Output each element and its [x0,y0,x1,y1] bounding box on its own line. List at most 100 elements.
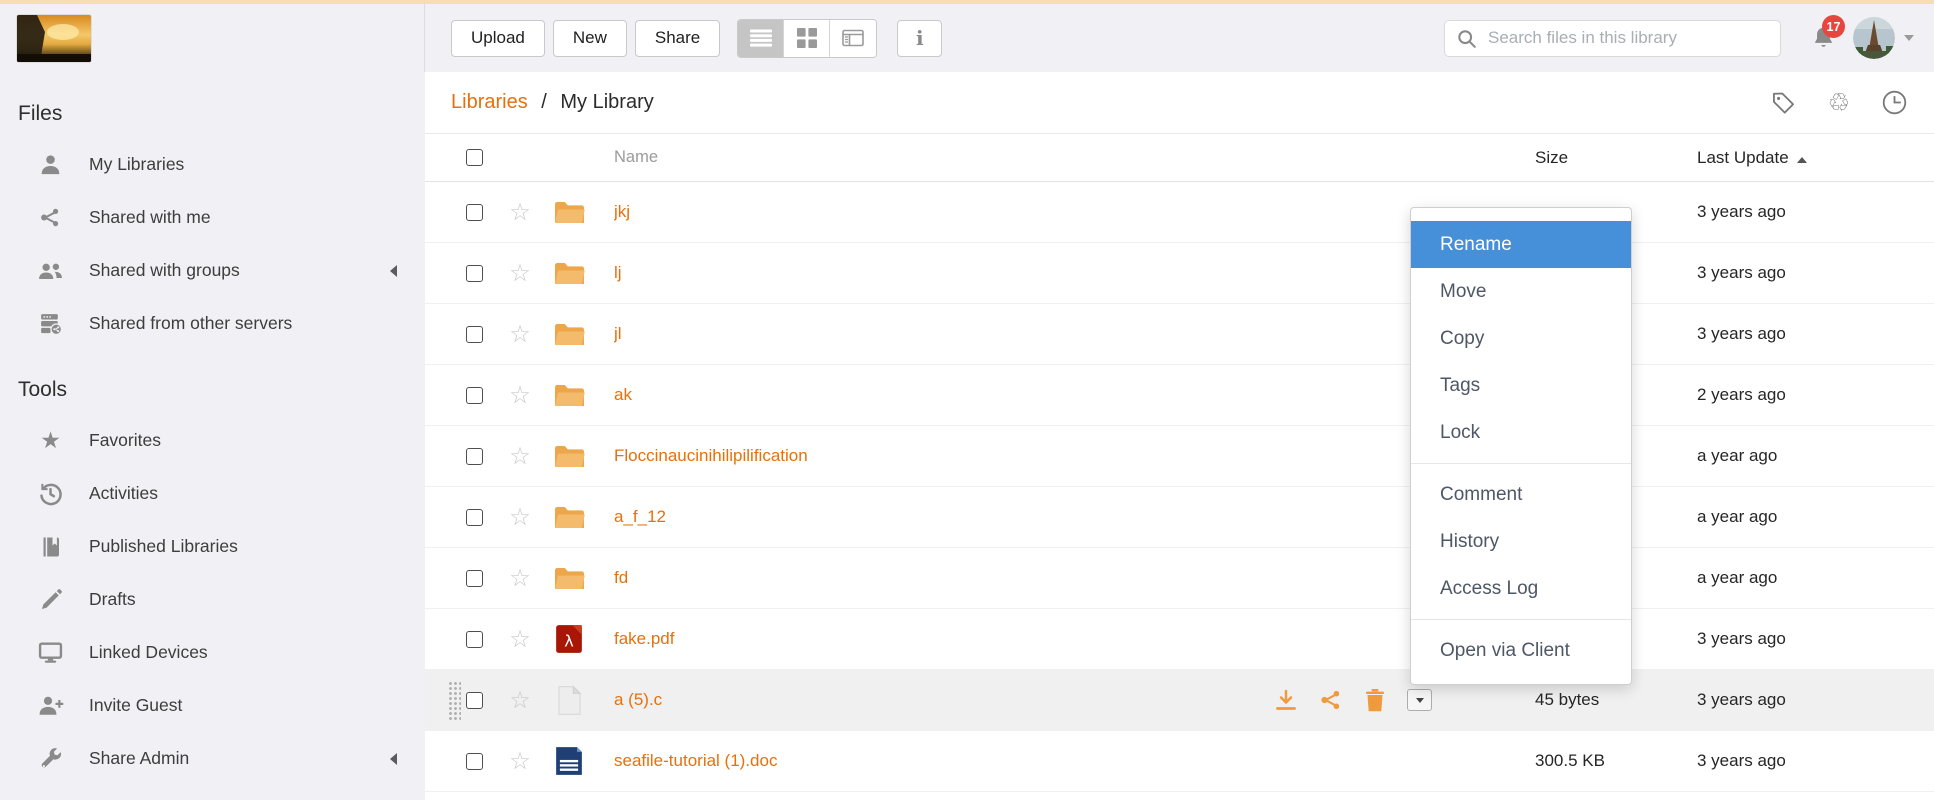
delete-icon[interactable] [1364,688,1386,712]
last-update-column-header[interactable]: Last Update [1697,148,1934,168]
favorite-star-icon[interactable]: ☆ [490,259,550,288]
folder-link[interactable]: jl [614,324,622,344]
favorite-star-icon[interactable]: ☆ [490,198,550,227]
chevron-left-icon[interactable] [384,265,397,277]
table-row[interactable]: ☆jl3 years ago [425,304,1934,365]
share-button[interactable]: Share [635,20,720,57]
menu-item-open-via-client[interactable]: Open via Client [1411,627,1631,674]
grid-view-icon[interactable] [784,20,830,57]
chevron-left-icon[interactable] [384,753,397,765]
path-tools: ♲ [1770,89,1908,116]
sidebar-item-favorites[interactable]: ★Favorites [0,414,425,467]
row-checkbox[interactable] [466,631,483,648]
folder-link[interactable]: ak [614,385,632,405]
search-box [1444,20,1781,57]
row-checkbox[interactable] [466,204,483,221]
menu-item-lock[interactable]: Lock [1411,409,1631,456]
book-icon [37,535,64,559]
row-checkbox[interactable] [466,753,483,770]
favorite-star-icon[interactable]: ☆ [490,625,550,654]
table-row[interactable]: ☆fda year ago [425,548,1934,609]
folder-link[interactable]: lj [614,263,622,283]
info-icon[interactable]: i [897,20,942,57]
sidebar-item-published-libraries[interactable]: Published Libraries [0,520,425,573]
favorite-star-icon[interactable]: ☆ [490,686,550,715]
more-dropdown-icon[interactable] [1407,689,1432,711]
favorite-star-icon[interactable]: ☆ [490,747,550,776]
name-column-header[interactable]: Name [614,148,1272,167]
sidebar-item-label: Linked Devices [89,642,208,663]
detail-view-icon[interactable] [830,20,876,57]
sidebar-item-drafts[interactable]: Drafts [0,573,425,626]
table-row[interactable]: ☆seafile-tutorial (1).doc300.5 KB3 years… [425,731,1934,792]
menu-item-access-log[interactable]: Access Log [1411,565,1631,612]
favorite-star-icon[interactable]: ☆ [490,503,550,532]
row-checkbox[interactable] [466,509,483,526]
menu-item-copy[interactable]: Copy [1411,315,1631,362]
sidebar-item-my-libraries[interactable]: My Libraries [0,138,425,191]
row-checkbox[interactable] [466,448,483,465]
sidebar-item-share-admin[interactable]: Share Admin [0,732,425,785]
sidebar-item-invite-guest[interactable]: Invite Guest [0,679,425,732]
favorite-star-icon[interactable]: ☆ [490,442,550,471]
table-row[interactable]: ☆a (5).c45 bytes3 years ago [425,670,1934,731]
favorite-star-icon[interactable]: ☆ [490,320,550,349]
row-checkbox[interactable] [466,265,483,282]
table-row[interactable]: ☆a_f_12a year ago [425,487,1934,548]
sidebar-item-shared-with-me[interactable]: Shared with me [0,191,425,244]
logo-zone [0,4,425,72]
sidebar-item-shared-from-other-servers[interactable]: Shared from other servers [0,297,425,350]
row-checkbox[interactable] [466,692,483,709]
folder-link[interactable]: jkj [614,202,630,222]
history-clock-icon[interactable] [1881,89,1908,116]
upload-button[interactable]: Upload [451,20,545,57]
list-view-icon[interactable] [738,20,784,57]
row-checkbox[interactable] [466,387,483,404]
tags-icon[interactable] [1770,89,1797,116]
table-row[interactable]: ☆lj3 years ago [425,243,1934,304]
menu-item-history[interactable]: History [1411,518,1631,565]
trash-recycle-icon[interactable]: ♲ [1828,90,1850,115]
folder-link[interactable]: fd [614,568,628,588]
table-row[interactable]: ☆jkj3 years ago [425,182,1934,243]
sidebar-item-shared-with-groups[interactable]: Shared with groups [0,244,425,297]
search-input[interactable] [1486,27,1769,49]
menu-item-comment[interactable]: Comment [1411,471,1631,518]
row-checkbox[interactable] [466,570,483,587]
folder-link[interactable]: a_f_12 [614,507,666,527]
sort-ascending-icon [1797,152,1807,163]
row-checkbox[interactable] [466,326,483,343]
table-row[interactable]: ☆Floccinaucinihilipilificationa year ago [425,426,1934,487]
notifications-bell[interactable]: 17 [1811,25,1836,51]
size-column-header[interactable]: Size [1535,148,1697,168]
file-link[interactable]: a (5).c [614,690,662,710]
menu-item-move[interactable]: Move [1411,268,1631,315]
download-icon[interactable] [1274,688,1298,712]
file-link[interactable]: seafile-tutorial (1).doc [614,751,777,771]
last-update-time: 2 years ago [1697,385,1934,405]
favorite-star-icon[interactable]: ☆ [490,381,550,410]
drag-handle[interactable] [448,681,461,721]
table-row[interactable]: ☆λfake.pdf3 years ago [425,609,1934,670]
file-link[interactable]: fake.pdf [614,629,675,649]
table-row[interactable]: ☆ ak 2 years ago [425,365,1934,426]
menu-item-tags[interactable]: Tags [1411,362,1631,409]
svg-text:λ: λ [564,632,574,651]
folder-icon [553,382,586,409]
menu-item-rename[interactable]: Rename [1411,221,1631,268]
user-avatar-photo[interactable] [1853,17,1895,59]
activity-history-icon [37,481,64,506]
select-all-checkbox[interactable] [466,149,483,166]
sidebar-item-activities[interactable]: Activities [0,467,425,520]
new-button[interactable]: New [553,20,627,57]
account-menu-caret-icon[interactable] [1904,35,1914,46]
breadcrumb-root-link[interactable]: Libraries [451,91,528,113]
app-header: UploadNewShare i 17 [0,4,1934,72]
folder-link[interactable]: Floccinaucinihilipilification [614,446,808,466]
path-bar: Libraries / My Library ♲ [425,72,1934,134]
share-link-icon[interactable] [1319,688,1343,712]
sidebar-item-linked-devices[interactable]: Linked Devices [0,626,425,679]
landscape-photo-logo[interactable] [17,15,91,62]
user-plus-icon [37,693,64,718]
favorite-star-icon[interactable]: ☆ [490,564,550,593]
